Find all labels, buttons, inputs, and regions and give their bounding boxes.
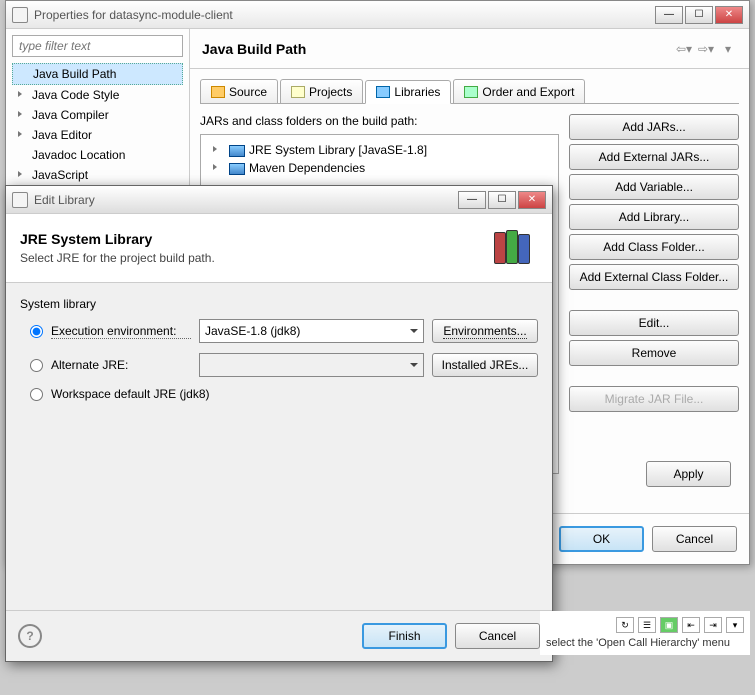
system-library-label: System library xyxy=(20,297,538,311)
environments-button[interactable]: Environments... xyxy=(432,319,538,343)
expand-icon xyxy=(18,91,22,97)
tabs: SourceProjectsLibrariesOrder and Export xyxy=(200,79,739,104)
dialog-titlebar: Edit Library — ☐ ✕ xyxy=(6,186,552,214)
tree-item[interactable]: Java Compiler xyxy=(12,105,183,125)
forward-icon[interactable]: ⇨▾ xyxy=(697,40,715,58)
chevron-down-icon xyxy=(410,329,418,333)
status-text: select the 'Open Call Hierarchy' menu xyxy=(546,637,744,649)
minimize-button[interactable]: — xyxy=(655,6,683,24)
dialog-description: Select JRE for the project build path. xyxy=(20,251,215,265)
ok-button[interactable]: OK xyxy=(559,526,644,552)
add-jars-button[interactable]: Add JARs... xyxy=(569,114,739,140)
refresh-icon[interactable]: ↻ xyxy=(616,617,634,633)
expand-icon xyxy=(213,146,217,152)
migrate-button: Migrate JAR File... xyxy=(569,386,739,412)
dialog-body: System library Execution environment: Ja… xyxy=(6,283,552,425)
add-library-button[interactable]: Add Library... xyxy=(569,204,739,230)
tab-icon xyxy=(464,86,478,98)
add-class-folder-button[interactable]: Add Class Folder... xyxy=(569,234,739,260)
maximize-button[interactable]: ☐ xyxy=(685,6,713,24)
tab-icon xyxy=(376,86,390,98)
dialog-header: JRE System Library Select JRE for the pr… xyxy=(6,214,552,283)
library-node[interactable]: Maven Dependencies xyxy=(207,159,552,177)
library-icon xyxy=(229,145,245,157)
library-icon xyxy=(229,163,245,175)
tab-icon xyxy=(211,86,225,98)
page-header: Java Build Path ⇦▾ ⇨▾ ▾ xyxy=(190,29,749,69)
apply-button[interactable]: Apply xyxy=(646,461,731,487)
category-tree: Java Build PathJava Code StyleJava Compi… xyxy=(12,63,183,185)
cancel-button[interactable]: Cancel xyxy=(652,526,737,552)
dialog-title: JRE System Library xyxy=(20,231,215,247)
dialog-footer: ? Finish Cancel xyxy=(6,610,552,661)
tab-source[interactable]: Source xyxy=(200,79,278,103)
library-node[interactable]: JRE System Library [JavaSE-1.8] xyxy=(207,141,552,159)
callee-icon[interactable]: ⇥ xyxy=(704,617,722,633)
tree-item[interactable]: Javadoc Location xyxy=(12,145,183,165)
minimize-button[interactable]: — xyxy=(458,191,486,209)
expand-icon xyxy=(18,111,22,117)
add-external-class-folder-button[interactable]: Add External Class Folder... xyxy=(569,264,739,290)
execution-environment-value: JavaSE-1.8 (jdk8) xyxy=(205,324,300,338)
tab-icon xyxy=(291,86,305,98)
tree-item[interactable]: Java Code Style xyxy=(12,85,183,105)
menu-icon[interactable]: ▾ xyxy=(719,40,737,58)
status-snippet: ↻ ☰ ▣ ⇤ ⇥ ▾ select the 'Open Call Hierar… xyxy=(540,611,750,655)
close-button[interactable]: ✕ xyxy=(518,191,546,209)
cancel-button[interactable]: Cancel xyxy=(455,623,540,649)
jars-label: JARs and class folders on the build path… xyxy=(200,114,559,128)
installed-jres-button[interactable]: Installed JREs... xyxy=(432,353,538,377)
window-title: Properties for datasync-module-client xyxy=(34,8,655,22)
close-button[interactable]: ✕ xyxy=(715,6,743,24)
history-icon[interactable]: ☰ xyxy=(638,617,656,633)
dialog-window-title: Edit Library xyxy=(34,193,458,207)
caller-icon[interactable]: ⇤ xyxy=(682,617,700,633)
maximize-button[interactable]: ☐ xyxy=(488,191,516,209)
tab-order-and-export[interactable]: Order and Export xyxy=(453,79,585,103)
alternate-jre-radio[interactable] xyxy=(30,359,43,372)
back-icon[interactable]: ⇦▾ xyxy=(675,40,693,58)
alternate-jre-label: Alternate JRE: xyxy=(51,358,191,372)
remove-button[interactable]: Remove xyxy=(569,340,739,366)
execution-environment-radio[interactable] xyxy=(30,325,43,338)
add-external-jars-button[interactable]: Add External JARs... xyxy=(569,144,739,170)
view-menu-icon[interactable]: ▾ xyxy=(726,617,744,633)
expand-icon xyxy=(18,131,22,137)
execution-environment-label: Execution environment: xyxy=(51,324,191,339)
buttons-column: Add JARs... Add External JARs... Add Var… xyxy=(569,114,739,503)
chevron-down-icon xyxy=(410,363,418,367)
tree-item[interactable]: Java Build Path xyxy=(12,63,183,85)
tree-mode-icon[interactable]: ▣ xyxy=(660,617,678,633)
alternate-jre-combo xyxy=(199,353,424,377)
tab-libraries[interactable]: Libraries xyxy=(365,80,451,104)
page-title: Java Build Path xyxy=(202,41,306,57)
tree-item[interactable]: JavaScript xyxy=(12,165,183,185)
dialog-window-controls: — ☐ ✕ xyxy=(458,191,546,209)
edit-button[interactable]: Edit... xyxy=(569,310,739,336)
titlebar: Properties for datasync-module-client — … xyxy=(6,1,749,29)
tab-projects[interactable]: Projects xyxy=(280,79,363,103)
help-icon[interactable]: ? xyxy=(18,624,42,648)
expand-icon xyxy=(18,171,22,177)
execution-environment-combo[interactable]: JavaSE-1.8 (jdk8) xyxy=(199,319,424,343)
edit-library-dialog: Edit Library — ☐ ✕ JRE System Library Se… xyxy=(5,185,553,662)
window-icon xyxy=(12,7,28,23)
finish-button[interactable]: Finish xyxy=(362,623,447,649)
workspace-default-radio[interactable] xyxy=(30,388,43,401)
tree-item[interactable]: Java Editor xyxy=(12,125,183,145)
library-icon xyxy=(488,228,538,268)
workspace-default-label: Workspace default JRE (jdk8) xyxy=(51,387,210,401)
window-controls: — ☐ ✕ xyxy=(655,6,743,24)
add-variable-button[interactable]: Add Variable... xyxy=(569,174,739,200)
expand-icon xyxy=(213,164,217,170)
filter-input[interactable] xyxy=(12,35,183,57)
dialog-icon xyxy=(12,192,28,208)
